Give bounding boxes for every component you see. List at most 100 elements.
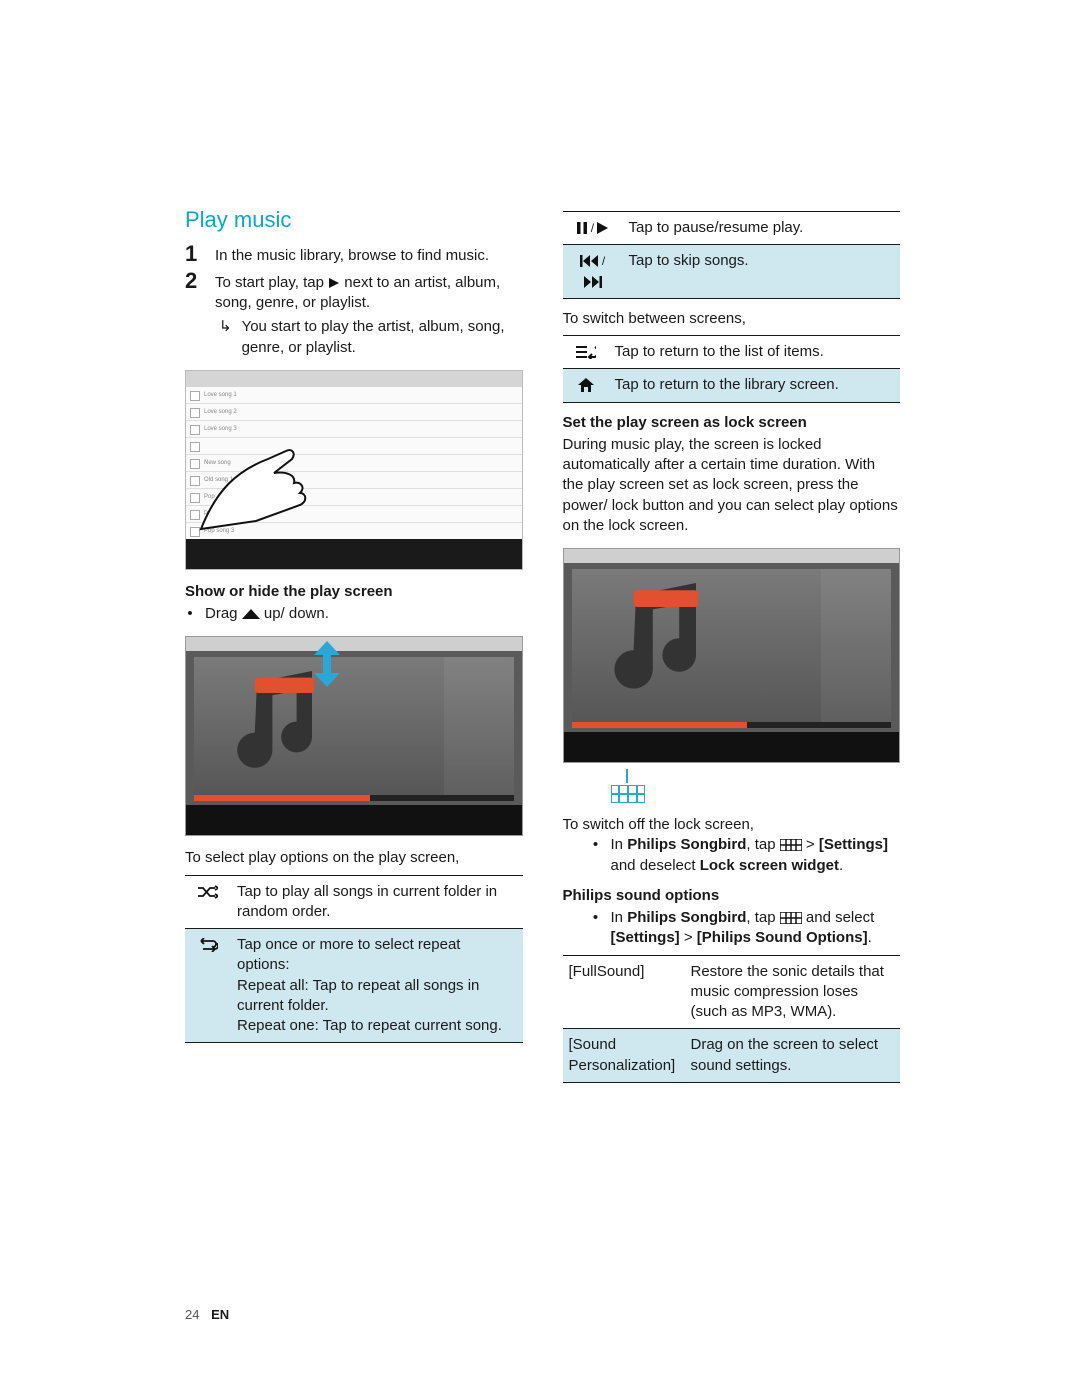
pause-icon: [577, 222, 587, 234]
section-heading: Play music: [185, 205, 523, 235]
list-item: Love song 1: [186, 387, 522, 404]
illus-canvas: [194, 657, 514, 801]
table-row: [FullSound] Restore the sonic details th…: [563, 955, 901, 1029]
text: , tap: [746, 836, 779, 853]
illus-progress: [194, 795, 514, 801]
play-options-table: Tap to play all songs in current folder …: [185, 875, 523, 1044]
illus-playbar: [186, 805, 522, 835]
illus-titlebar: [564, 549, 900, 563]
return-list-icon: [576, 345, 596, 359]
shuffle-icon: [198, 885, 218, 899]
manual-page: Play music 1 In the music library, brows…: [0, 0, 1080, 1397]
step-number: 2: [185, 270, 203, 358]
list-item: Love song 3: [186, 421, 522, 438]
bullet-icon: •: [591, 908, 601, 949]
page-footer: 24 EN: [185, 1307, 229, 1322]
text: .: [868, 929, 872, 946]
text: In Philips Songbird, tap > [Settings] an…: [611, 835, 901, 876]
illus-titlebar: [186, 637, 522, 651]
text: Drag up/ down.: [205, 604, 329, 624]
language-code: EN: [211, 1307, 229, 1322]
hand-icon: [196, 441, 316, 531]
option-desc: Drag on the screen to select sound setti…: [685, 1029, 901, 1083]
text: Tap to return to the library screen.: [609, 369, 901, 402]
icon-cell: [563, 369, 609, 402]
right-column: / Tap to pause/resume play. / Tap to ski…: [563, 205, 901, 1093]
table-row: / Tap to pause/resume play.: [563, 212, 901, 245]
option-name: [FullSound]: [563, 955, 685, 1029]
option-name: [Sound Personalization]: [563, 1029, 685, 1083]
table-row: Tap to play all songs in current folder …: [185, 875, 523, 929]
slash: /: [591, 221, 598, 235]
text: >: [802, 836, 819, 853]
switch-screens-table: Tap to return to the list of items. Tap …: [563, 335, 901, 403]
text: To select play options on the play scree…: [185, 848, 523, 868]
menu-path: [Philips Sound Options]: [697, 929, 868, 946]
playback-controls-table: / Tap to pause/resume play. / Tap to ski…: [563, 211, 901, 299]
text: up/ down.: [260, 605, 329, 622]
subheading: Set the play screen as lock screen: [563, 413, 901, 433]
icon-cell: [185, 875, 231, 929]
text: Tap to return to the list of items.: [609, 336, 901, 369]
icon-cell: [185, 929, 231, 1043]
bullet-icon: •: [591, 835, 601, 876]
play-icon: [328, 277, 340, 289]
text: Tap to play all songs in current folder …: [231, 875, 523, 929]
illus-titlebar: [186, 371, 522, 387]
result-arrow-icon: ↳: [219, 317, 232, 358]
illustration-play-screen: [185, 636, 523, 836]
text: To start play, tap: [215, 274, 328, 291]
skip-prev-icon: [580, 255, 598, 267]
repeat-icon: [198, 938, 218, 952]
icon-cell: /: [563, 212, 623, 245]
bullet-list: • In Philips Songbird, tap and select [S…: [563, 908, 901, 949]
table-row: Tap to return to the library screen.: [563, 369, 901, 402]
sound-options-table: [FullSound] Restore the sonic details th…: [563, 955, 901, 1083]
subheading: Philips sound options: [563, 886, 901, 906]
illus-playbar: [564, 732, 900, 762]
text: To switch off the lock screen,: [563, 815, 901, 835]
steps-list: 1 In the music library, browse to find m…: [185, 243, 523, 358]
paragraph: During music play, the screen is locked …: [563, 435, 901, 536]
illus-playbar: [186, 539, 522, 569]
icon-cell: [563, 336, 609, 369]
illustration-song-list: Love song 1 Love song 2 Love song 3 New …: [185, 370, 523, 570]
menu-path: Lock screen widget: [700, 857, 839, 874]
illustration-lock-screen: [563, 548, 901, 763]
text: and deselect: [611, 857, 700, 874]
two-columns: Play music 1 In the music library, brows…: [185, 205, 900, 1093]
bullet-list: • Drag up/ down.: [185, 604, 523, 624]
text: Tap once or more to select repeat option…: [231, 929, 523, 1043]
equalizer-icon: [780, 839, 802, 851]
step-text: In the music library, browse to find mus…: [215, 243, 523, 266]
option-desc: Restore the sonic details that music com…: [685, 955, 901, 1029]
illus-canvas: [572, 569, 892, 728]
text: To switch between screens,: [563, 309, 901, 329]
text: and select: [802, 909, 875, 926]
equalizer-icon: [780, 912, 802, 924]
icon-cell: /: [563, 245, 623, 299]
music-note-icon: [600, 583, 720, 703]
text: Drag: [205, 605, 242, 622]
left-column: Play music 1 In the music library, brows…: [185, 205, 523, 1093]
page-number: 24: [185, 1307, 199, 1322]
table-row: Tap to return to the list of items.: [563, 336, 901, 369]
menu-path: [Settings]: [819, 836, 888, 853]
illus-progress: [572, 722, 892, 728]
text: In Philips Songbird, tap and select [Set…: [611, 908, 901, 949]
home-icon: [578, 378, 594, 392]
bullet-list: • In Philips Songbird, tap > [Settings] …: [563, 835, 901, 876]
text: You start to play the artist, album, son…: [242, 317, 523, 358]
text: In: [611, 909, 628, 926]
list-item: Love song 2: [186, 404, 522, 421]
step-text: To start play, tap next to an artist, al…: [215, 270, 523, 358]
table-row: / Tap to skip songs.: [563, 245, 901, 299]
app-name: Philips Songbird: [627, 909, 746, 926]
up-down-arrow-icon: [314, 641, 340, 687]
skip-next-icon: [584, 276, 602, 288]
slash: /: [602, 254, 605, 268]
text: >: [680, 929, 697, 946]
text: , tap: [746, 909, 779, 926]
illus-sidepanel: [444, 657, 514, 801]
text: Tap to skip songs.: [623, 245, 901, 299]
